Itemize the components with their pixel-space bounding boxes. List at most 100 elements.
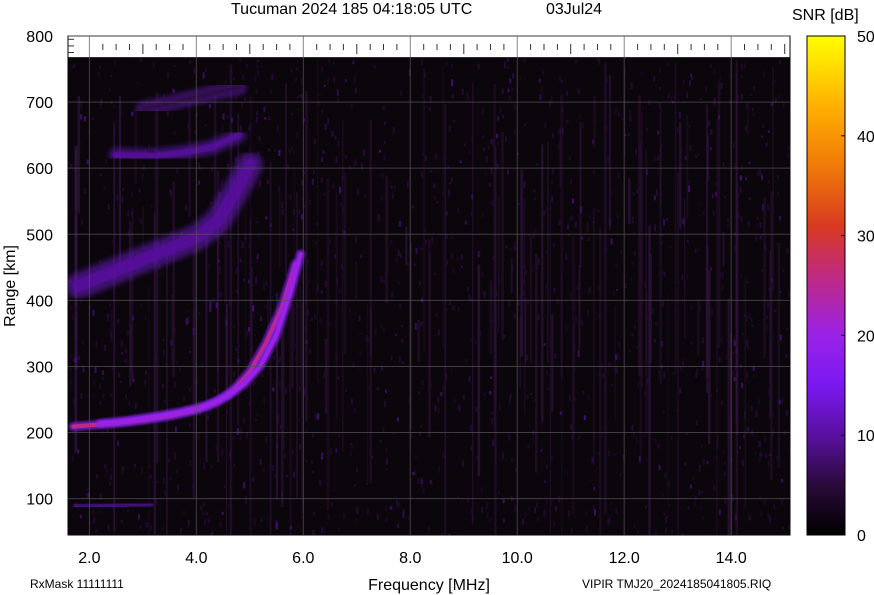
noise-speck (272, 356, 275, 359)
noise-speck (235, 96, 238, 100)
noise-speck (690, 305, 693, 309)
noise-speck (235, 348, 238, 351)
noise-streak (369, 119, 372, 484)
noise-speck (625, 449, 628, 452)
noise-speck (354, 159, 357, 166)
noise-speck (448, 182, 451, 185)
noise-speck (420, 424, 422, 428)
noise-speck (336, 89, 339, 96)
noise-streak (355, 261, 358, 299)
noise-speck (515, 468, 517, 472)
noise-speck (171, 353, 174, 359)
noise-speck (746, 371, 749, 378)
noise-streak (296, 192, 298, 499)
noise-speck (511, 87, 514, 92)
noise-speck (113, 105, 116, 108)
noise-speck (328, 239, 331, 244)
noise-speck (689, 80, 691, 87)
noise-speck (398, 502, 401, 507)
noise-speck (483, 393, 486, 397)
noise-speck (324, 280, 327, 288)
noise-speck (265, 216, 268, 220)
noise-speck (166, 447, 169, 451)
noise-speck (79, 514, 82, 519)
noise-speck (568, 510, 570, 517)
noise-speck (646, 378, 649, 383)
noise-speck (686, 92, 689, 98)
noise-speck (380, 194, 383, 201)
noise-speck (747, 426, 749, 432)
noise-speck (771, 413, 774, 418)
noise-speck (574, 396, 576, 401)
noise-speck (360, 254, 363, 258)
noise-speck (578, 435, 581, 440)
noise-streak (217, 225, 219, 373)
noise-speck (320, 177, 323, 183)
noise-speck (380, 324, 383, 329)
noise-speck (275, 491, 278, 498)
noise-speck (326, 249, 329, 255)
noise-speck (667, 62, 670, 66)
noise-streak (593, 207, 595, 466)
noise-speck (746, 280, 749, 284)
noise-speck (605, 75, 608, 82)
noise-speck (70, 163, 73, 169)
noise-speck (580, 206, 583, 213)
noise-speck (396, 500, 399, 508)
noise-speck (502, 114, 504, 119)
noise-speck (653, 76, 656, 82)
noise-speck (470, 425, 473, 431)
noise-speck (424, 227, 427, 233)
noise-speck (765, 315, 768, 319)
noise-speck (738, 193, 740, 197)
noise-speck (534, 507, 536, 513)
noise-speck (278, 185, 280, 192)
noise-speck (670, 435, 673, 440)
noise-speck (498, 491, 501, 495)
noise-streak (579, 122, 582, 268)
noise-speck (437, 329, 440, 336)
noise-streak (305, 91, 308, 422)
noise-speck (592, 171, 595, 174)
noise-speck (276, 444, 279, 449)
noise-speck (499, 364, 502, 368)
noise-speck (495, 133, 498, 139)
noise-speck (598, 285, 601, 290)
noise-speck (446, 259, 448, 265)
noise-speck (724, 195, 727, 199)
noise-speck (345, 389, 348, 392)
noise-speck (501, 88, 504, 94)
noise-speck (290, 525, 292, 530)
noise-speck (149, 474, 152, 479)
noise-speck (373, 368, 376, 372)
noise-speck (93, 394, 96, 397)
noise-streak (134, 109, 137, 185)
noise-speck (324, 123, 327, 130)
noise-streak (113, 121, 116, 533)
noise-speck (193, 388, 196, 395)
noise-speck (664, 473, 667, 478)
y-tick-label: 800 (26, 29, 53, 46)
noise-speck (682, 358, 685, 364)
noise-speck (140, 58, 143, 63)
noise-speck (761, 174, 763, 181)
noise-speck (108, 88, 111, 92)
noise-speck (686, 240, 689, 243)
noise-speck (407, 262, 410, 267)
noise-speck (189, 350, 192, 353)
noise-speck (435, 313, 438, 316)
noise-streak (172, 181, 175, 378)
noise-speck (407, 398, 410, 403)
noise-speck (779, 334, 782, 341)
noise-speck (779, 290, 782, 293)
noise-speck (397, 524, 400, 528)
noise-speck (290, 112, 293, 116)
noise-speck (586, 227, 589, 233)
noise-streak (154, 101, 157, 535)
noise-streak (429, 252, 431, 437)
colorbar-tick-label: 30 (857, 229, 874, 246)
noise-speck (310, 318, 313, 321)
noise-speck (312, 169, 315, 175)
noise-streak (697, 299, 700, 356)
noise-speck (481, 507, 484, 513)
